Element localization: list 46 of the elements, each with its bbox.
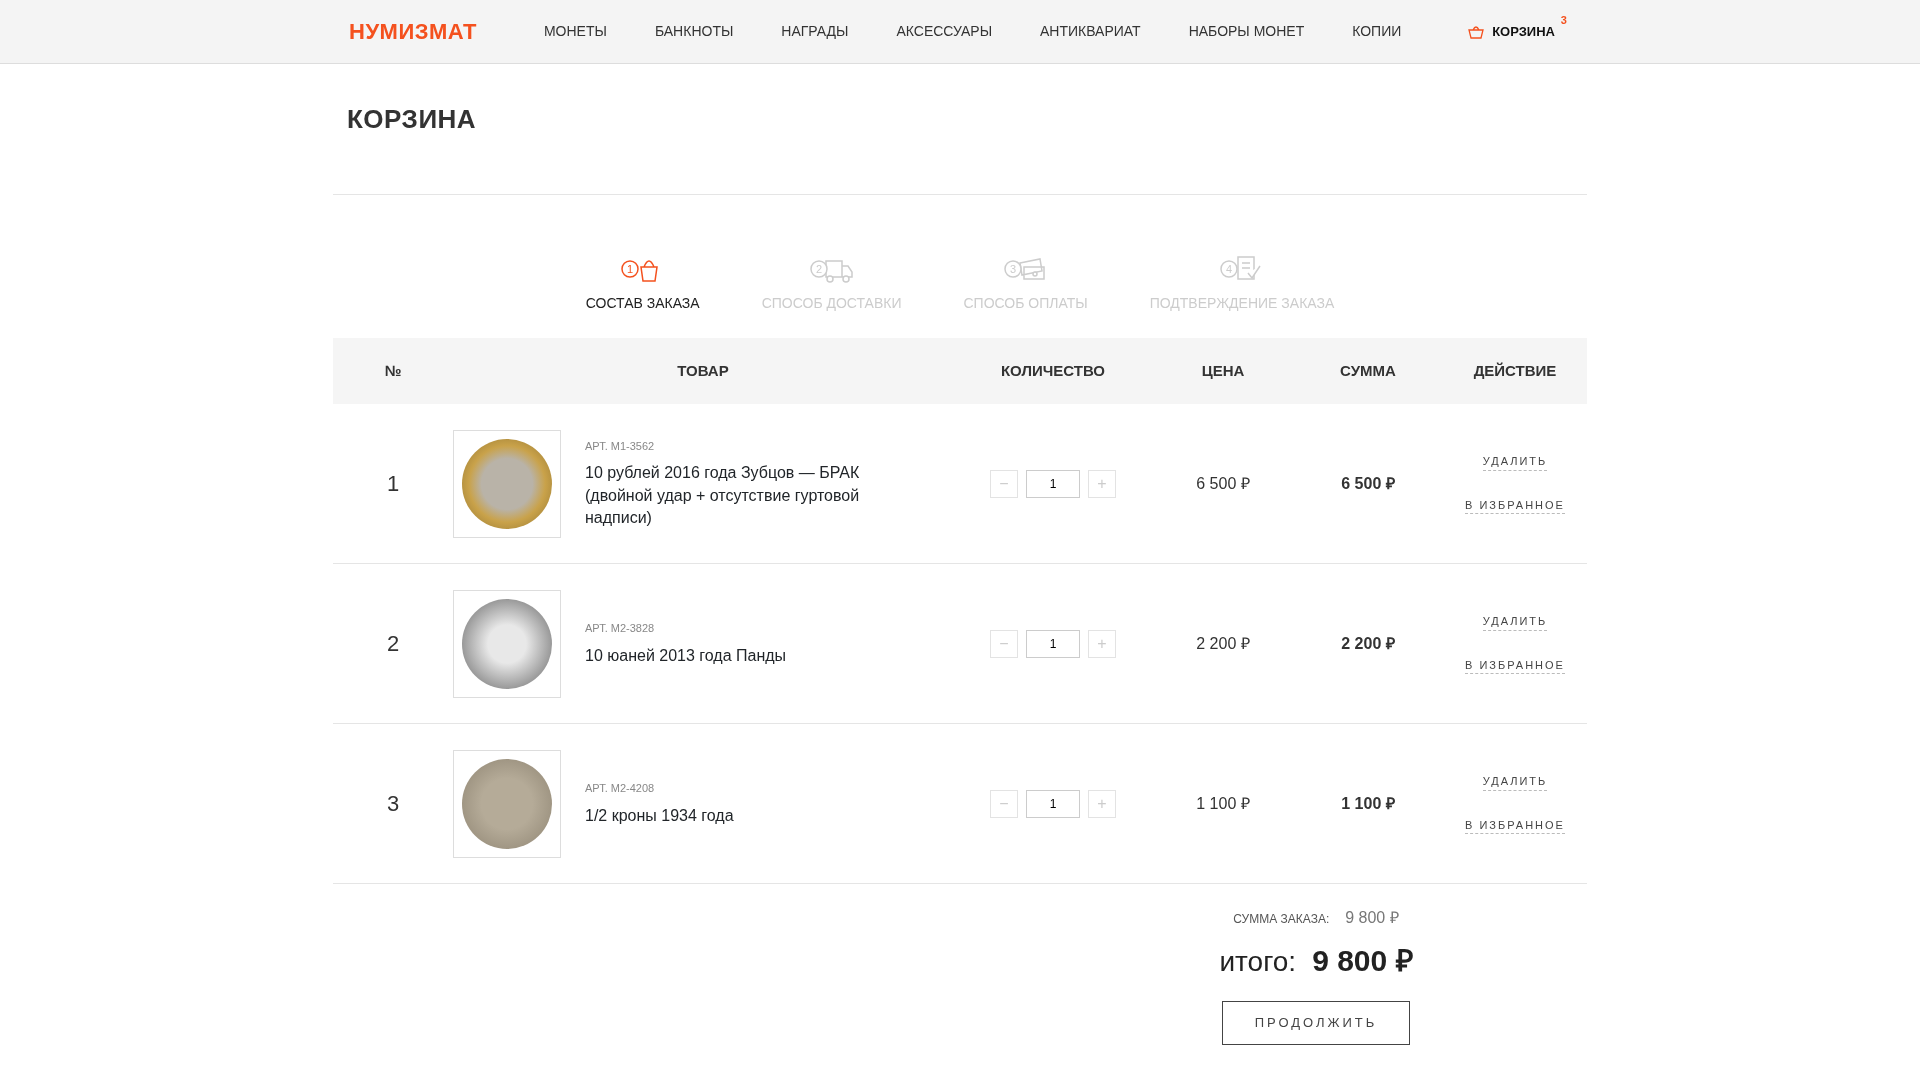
column-header: ТОВАР bbox=[676, 360, 730, 381]
remove-link[interactable]: УДАЛИТЬ bbox=[1482, 613, 1548, 631]
nav-link[interactable]: НАГРАДЫ bbox=[781, 21, 849, 42]
favorite-link[interactable]: В ИЗБРАННОЕ bbox=[1465, 816, 1565, 834]
price: 1 100 ₽ bbox=[1196, 794, 1250, 812]
column-header: ЦЕНА bbox=[1200, 360, 1246, 381]
quantity-field[interactable]: 1 bbox=[1026, 629, 1080, 658]
product-name[interactable]: 10 юаней 2013 года Панды bbox=[585, 644, 905, 667]
column-header: КОЛИЧЕСТВО bbox=[999, 360, 1107, 381]
nav-link[interactable]: КОПИИ bbox=[1352, 21, 1402, 42]
remove-link[interactable]: УДАЛИТЬ bbox=[1482, 773, 1548, 791]
quantity-field[interactable]: 1 bbox=[1026, 789, 1080, 818]
subtotal-label: СУММА ЗАКАЗА: bbox=[1233, 911, 1330, 928]
favorite-link[interactable]: В ИЗБРАННОЕ bbox=[1465, 656, 1565, 674]
favorite-link[interactable]: В ИЗБРАННОЕ bbox=[1465, 496, 1565, 514]
total-label: итого: bbox=[1219, 945, 1297, 979]
remove-link[interactable]: УДАЛИТЬ bbox=[1482, 453, 1548, 471]
sku-label: АРТ. М2-4208 bbox=[585, 781, 656, 797]
column-header: ДЕЙСТВИЕ bbox=[1472, 360, 1558, 381]
nav-link[interactable]: НАБОРЫ МОНЕТ bbox=[1188, 21, 1305, 42]
price: 6 500 ₽ bbox=[1196, 474, 1250, 492]
row-number: 1 bbox=[385, 470, 401, 498]
sku-label: АРТ. М1-3562 bbox=[585, 438, 656, 454]
continue-button[interactable]: ПРОДОЛЖИТЬ bbox=[1222, 1001, 1410, 1045]
row-number: 2 bbox=[385, 630, 401, 658]
nav-link[interactable]: БАНКНОТЫ bbox=[654, 21, 734, 42]
column-header: № bbox=[383, 360, 403, 381]
nav-link[interactable]: АНТИКВАРИАТ bbox=[1040, 21, 1141, 42]
sum: 1 100 ₽ bbox=[1341, 794, 1395, 812]
checkout-step[interactable]: 1 СОСТАВ ЗАКАЗА bbox=[585, 253, 700, 314]
product-name[interactable]: 1/2 кроны 1934 года bbox=[585, 804, 905, 827]
quantity-field[interactable]: 1 bbox=[1026, 469, 1080, 498]
nav-link[interactable]: АКСЕССУАРЫ bbox=[896, 21, 993, 42]
sum: 6 500 ₽ bbox=[1341, 474, 1395, 492]
row-number: 3 bbox=[385, 790, 401, 818]
sku-label: АРТ. М2-3828 bbox=[585, 621, 656, 637]
page-title: КОРЗИНА bbox=[346, 103, 478, 136]
basket-icon bbox=[1468, 24, 1485, 39]
product-name[interactable]: 10 рублей 2016 года Зубцов — БРАК (двойной удар + отсутствие гуртовой надписи) bbox=[585, 462, 905, 530]
nav-link[interactable]: МОНЕТЫ bbox=[543, 21, 607, 42]
column-header: СУММА bbox=[1339, 360, 1397, 381]
cart-count: 3 bbox=[1560, 12, 1567, 28]
sum: 2 200 ₽ bbox=[1341, 634, 1395, 652]
subtotal-value: 9 800 ₽ bbox=[1345, 908, 1399, 928]
total-value: 9 800 ₽ bbox=[1312, 943, 1413, 979]
price: 2 200 ₽ bbox=[1196, 634, 1250, 652]
